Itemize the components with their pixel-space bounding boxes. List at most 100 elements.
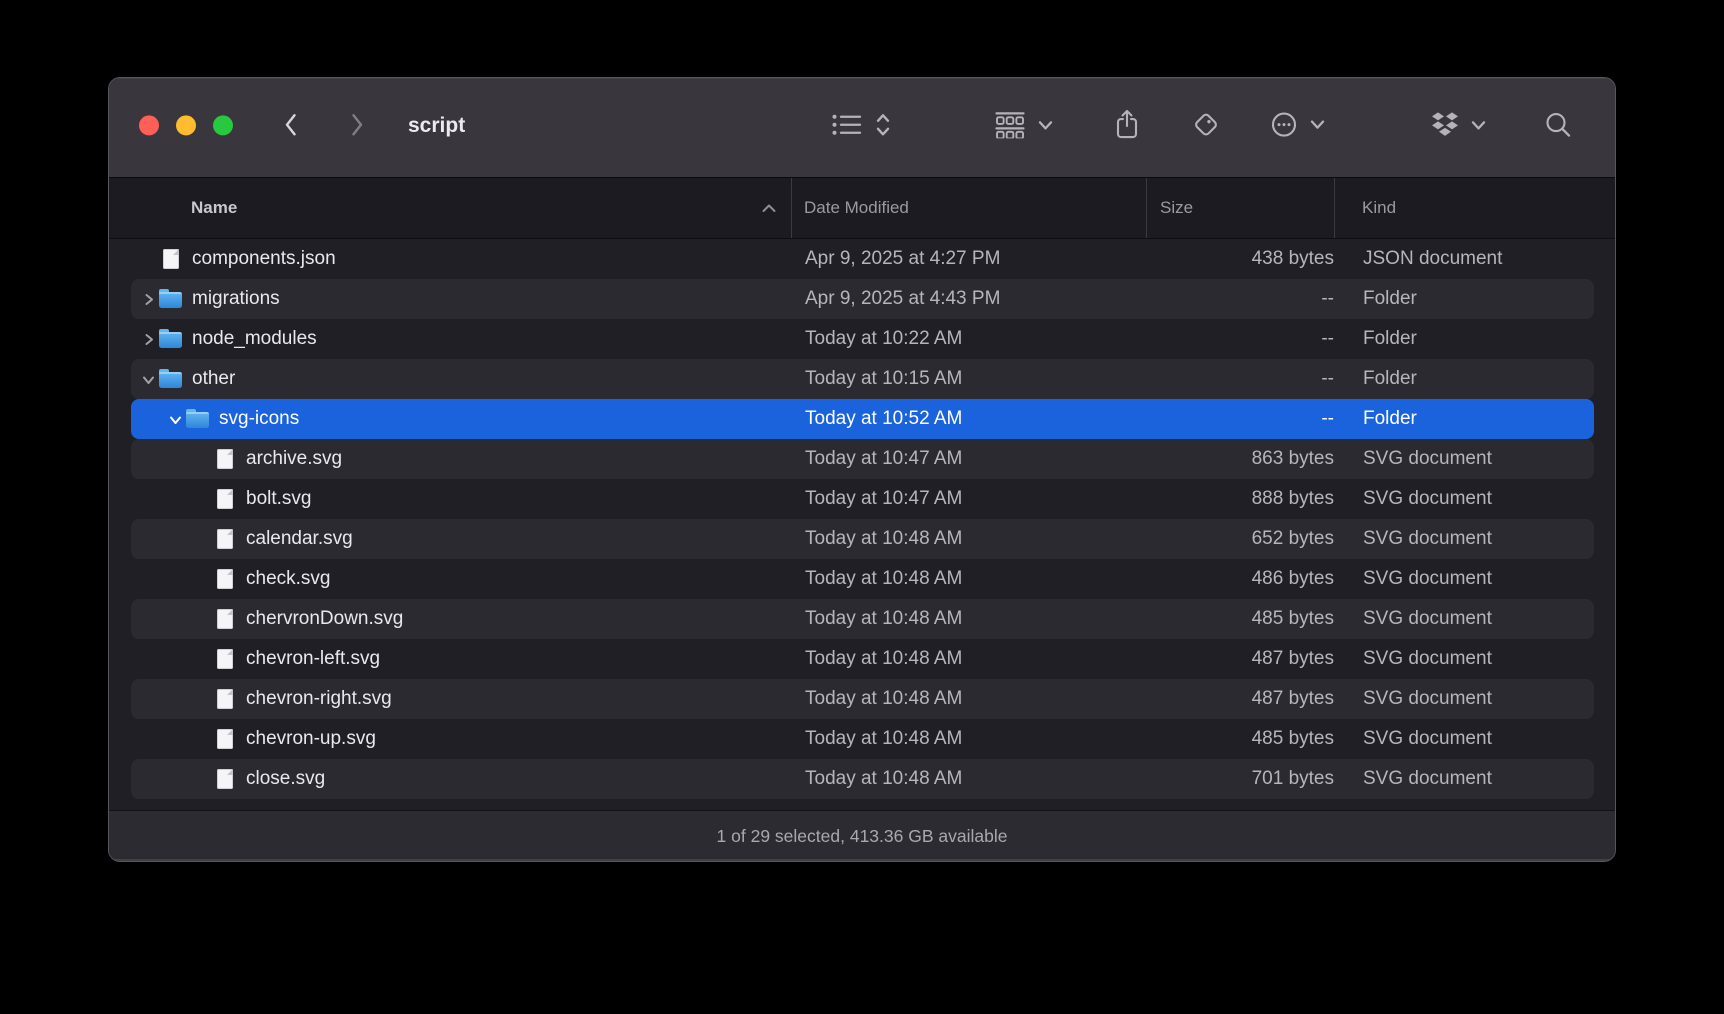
column-header-kind[interactable]: Kind <box>1334 178 1592 238</box>
file-name-cell: chevron-left.svg <box>131 639 793 679</box>
file-name: chevron-up.svg <box>246 728 376 750</box>
table-row[interactable]: archive.svg Today at 10:47 AM 863 bytes … <box>131 439 1594 479</box>
zoom-window-button[interactable] <box>213 115 233 135</box>
search-button[interactable] <box>1543 110 1573 140</box>
dropbox-button[interactable] <box>1431 111 1486 138</box>
minimize-window-button[interactable] <box>176 115 196 135</box>
disclosure-chevron-icon[interactable] <box>137 333 159 346</box>
size-cell: 652 bytes <box>1148 528 1336 550</box>
svg-document-icon <box>213 729 236 749</box>
file-name: components.json <box>192 248 336 270</box>
close-window-button[interactable] <box>139 115 159 135</box>
table-row[interactable]: calendar.svg Today at 10:48 AM 652 bytes… <box>131 519 1594 559</box>
chevron-down-icon <box>1310 120 1325 130</box>
file-name-cell: check.svg <box>131 559 793 599</box>
up-down-chevrons-icon <box>874 111 892 139</box>
file-name: check.svg <box>246 568 330 590</box>
file-name: node_modules <box>192 328 317 350</box>
column-header-size-label: Size <box>1160 198 1193 218</box>
svg-document-icon <box>213 529 236 549</box>
column-header-date-modified[interactable]: Date Modified <box>791 178 1146 238</box>
file-name: chevron-left.svg <box>246 648 380 670</box>
table-row[interactable]: migrations Apr 9, 2025 at 4:43 PM -- Fol… <box>131 279 1594 319</box>
status-text: 1 of 29 selected, 413.36 GB available <box>717 826 1008 847</box>
more-actions-button[interactable] <box>1269 110 1325 140</box>
disclosure-chevron-icon[interactable] <box>137 293 159 306</box>
list-header: Name Date Modified Size Kind <box>109 178 1615 239</box>
date-modified-cell: Today at 10:48 AM <box>793 688 1148 710</box>
file-name-cell: svg-icons <box>131 399 793 439</box>
column-header-name[interactable]: Name <box>131 178 791 238</box>
list-view-button[interactable] <box>831 111 892 139</box>
size-cell: 863 bytes <box>1148 448 1336 470</box>
kind-cell: Folder <box>1336 288 1594 310</box>
file-name-cell: chervronDown.svg <box>131 599 793 639</box>
share-icon <box>1113 109 1141 140</box>
share-button[interactable] <box>1113 109 1141 140</box>
table-row[interactable]: check.svg Today at 10:48 AM 486 bytes SV… <box>131 559 1594 599</box>
ellipsis-circle-icon <box>1269 110 1299 140</box>
kind-cell: SVG document <box>1336 648 1594 670</box>
kind-cell: SVG document <box>1336 728 1594 750</box>
folder-icon <box>186 410 209 428</box>
kind-cell: SVG document <box>1336 528 1594 550</box>
size-cell: 487 bytes <box>1148 648 1336 670</box>
kind-cell: SVG document <box>1336 608 1594 630</box>
disclosure-chevron-icon[interactable] <box>137 373 159 386</box>
file-name-cell: chevron-right.svg <box>131 679 793 719</box>
group-view-icon <box>995 111 1025 138</box>
kind-cell: Folder <box>1336 328 1594 350</box>
date-modified-cell: Today at 10:48 AM <box>793 528 1148 550</box>
size-cell: -- <box>1148 328 1336 350</box>
date-modified-cell: Today at 10:48 AM <box>793 568 1148 590</box>
kind-cell: JSON document <box>1336 248 1594 270</box>
size-cell: 888 bytes <box>1148 488 1336 510</box>
table-row[interactable]: bolt.svg Today at 10:47 AM 888 bytes SVG… <box>131 479 1594 519</box>
table-row[interactable]: chevron-up.svg Today at 10:48 AM 485 byt… <box>131 719 1594 759</box>
column-header-size[interactable]: Size <box>1146 178 1334 238</box>
svg-document-icon <box>213 569 236 589</box>
kind-cell: SVG document <box>1336 768 1594 790</box>
table-row[interactable]: components.json Apr 9, 2025 at 4:27 PM 4… <box>131 239 1594 279</box>
svg-document-icon <box>213 609 236 629</box>
size-cell: 438 bytes <box>1148 248 1336 270</box>
file-name: chervronDown.svg <box>246 608 403 630</box>
kind-cell: SVG document <box>1336 488 1594 510</box>
finder-window: script <box>108 77 1616 862</box>
folder-icon <box>159 290 182 308</box>
size-cell: 485 bytes <box>1148 608 1336 630</box>
table-row[interactable]: chervronDown.svg Today at 10:48 AM 485 b… <box>131 599 1594 639</box>
size-cell: -- <box>1148 288 1336 310</box>
json-document-icon <box>159 249 182 269</box>
column-header-kind-label: Kind <box>1362 198 1396 218</box>
list-view-icon <box>831 112 862 138</box>
kind-cell: SVG document <box>1336 568 1594 590</box>
file-name: close.svg <box>246 768 325 790</box>
table-row[interactable]: close.svg Today at 10:48 AM 701 bytes SV… <box>131 759 1594 799</box>
tags-button[interactable] <box>1191 110 1221 140</box>
file-name-cell: components.json <box>131 239 793 279</box>
table-row[interactable]: chevron-right.svg Today at 10:48 AM 487 … <box>131 679 1594 719</box>
kind-cell: Folder <box>1336 368 1594 390</box>
tag-icon <box>1191 110 1221 140</box>
folder-icon <box>159 370 182 388</box>
date-modified-cell: Today at 10:48 AM <box>793 648 1148 670</box>
table-row[interactable]: other Today at 10:15 AM -- Folder <box>131 359 1594 399</box>
table-row[interactable]: svg-icons Today at 10:52 AM -- Folder <box>131 399 1594 439</box>
file-name: archive.svg <box>246 448 342 470</box>
back-button[interactable] <box>279 111 303 139</box>
table-row[interactable]: node_modules Today at 10:22 AM -- Folder <box>131 319 1594 359</box>
file-name-cell: other <box>131 359 793 399</box>
date-modified-cell: Today at 10:48 AM <box>793 728 1148 750</box>
file-name: chevron-right.svg <box>246 688 392 710</box>
forward-button[interactable] <box>345 111 369 139</box>
group-by-button[interactable] <box>995 111 1053 138</box>
column-header-date-label: Date Modified <box>804 198 909 218</box>
date-modified-cell: Today at 10:47 AM <box>793 448 1148 470</box>
file-name: calendar.svg <box>246 528 353 550</box>
traffic-lights <box>139 115 233 135</box>
folder-icon <box>159 330 182 348</box>
table-row[interactable]: chevron-left.svg Today at 10:48 AM 487 b… <box>131 639 1594 679</box>
disclosure-chevron-icon[interactable] <box>164 413 186 426</box>
size-cell: -- <box>1148 368 1336 390</box>
